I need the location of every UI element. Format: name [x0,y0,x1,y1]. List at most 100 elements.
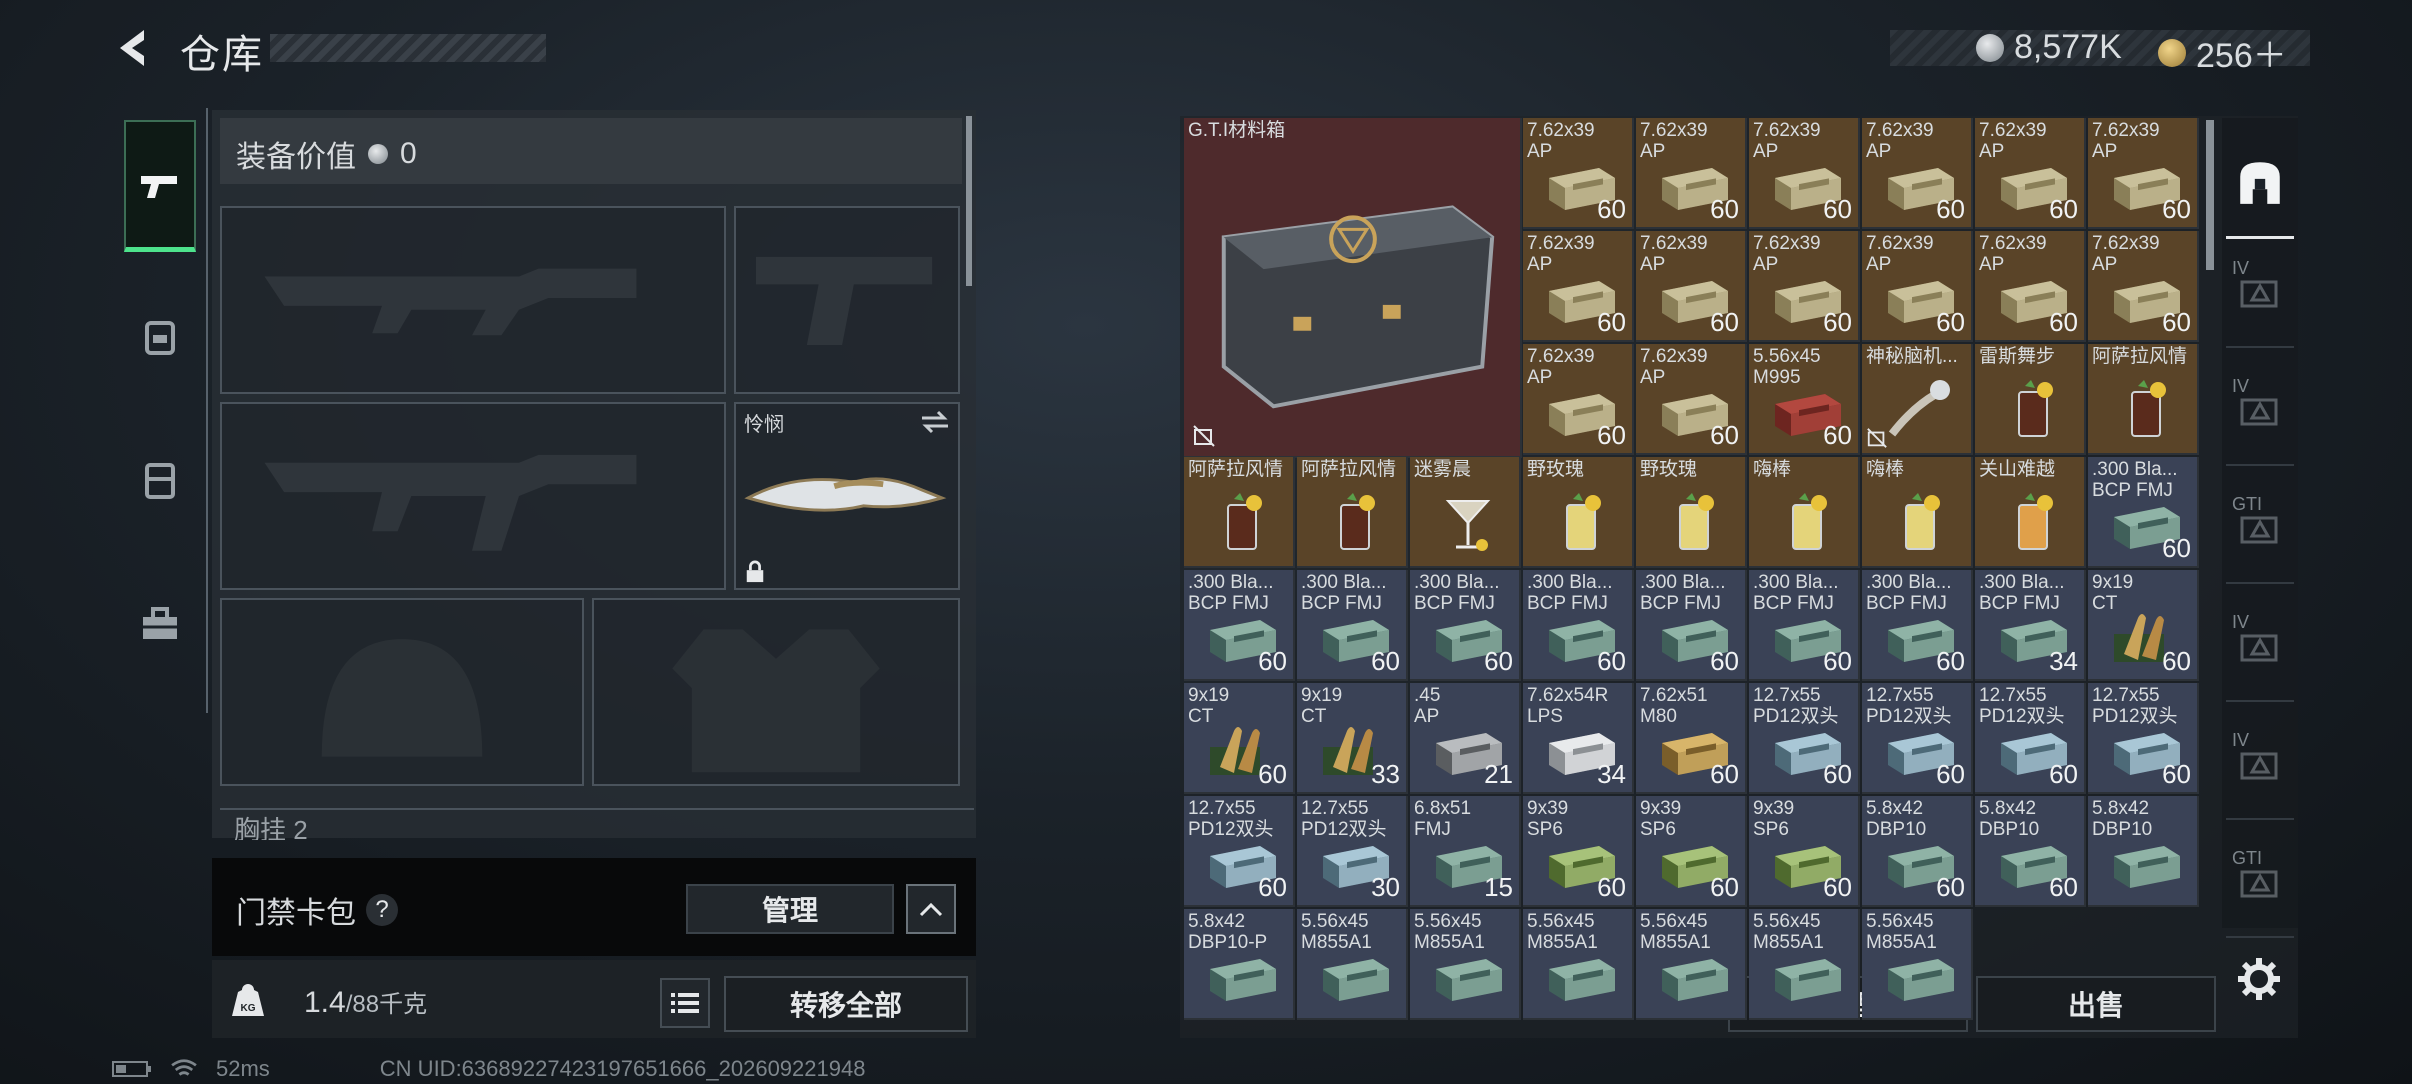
sell-button[interactable]: 出售 [1976,976,2216,1032]
item-count: 15 [1484,872,1513,902]
inventory-item[interactable]: 野玫瑰 [1523,457,1634,568]
currency-gold[interactable]: 256＋ [2158,28,2287,77]
back-arrow-icon[interactable] [112,26,156,70]
tab-storage-4[interactable]: IV [2226,592,2294,702]
inventory-item[interactable]: 9x19 CT 60 [1184,683,1295,794]
inventory-item[interactable]: 野玫瑰 [1636,457,1747,568]
item-name: 7.62x39 AP [1527,346,1595,388]
armor-slot[interactable] [592,598,960,786]
tab-toolbox[interactable] [124,558,196,690]
inventory-item[interactable]: 7.62x39 AP 60 [1749,231,1860,342]
inventory-item[interactable]: 阿萨拉风情 [2088,344,2199,455]
collapse-button[interactable] [906,884,956,934]
inventory-item[interactable]: .300 Bla... BCP FMJ 60 [2088,457,2199,568]
inventory-item[interactable]: 7.62x39 AP 60 [2088,118,2199,229]
tab-storage-home[interactable] [2226,128,2294,239]
help-icon[interactable]: ? [366,894,398,926]
inventory-scrollbar[interactable] [2206,120,2214,270]
inventory-item[interactable]: .300 Bla... BCP FMJ 60 [1523,570,1634,681]
pistol-slot[interactable] [734,206,960,394]
inventory-item[interactable]: 嗨棒 [1862,457,1973,568]
tab-storage-3[interactable]: GTI [2226,474,2294,584]
manage-button[interactable]: 管理 [686,884,894,934]
inventory-item[interactable]: 7.62x39 AP 60 [2088,231,2199,342]
inventory-item[interactable]: 9x19 CT 33 [1297,683,1408,794]
inventory-item[interactable]: 7.62x39 AP 60 [1523,344,1634,455]
secondary-weapon-slot[interactable] [220,402,726,590]
inventory-item[interactable]: .45 AP 21 [1410,683,1521,794]
inventory-item[interactable]: 7.62x54R LPS 34 [1523,683,1634,794]
inventory-item[interactable]: 5.56x45 M855A1 [1636,909,1747,1020]
inventory-item[interactable]: 9x19 CT 60 [2088,570,2199,681]
inventory-item[interactable]: 5.56x45 M995 60 [1749,344,1860,455]
currency-silver[interactable]: 8,577K [1976,28,2122,67]
inventory-item[interactable]: .300 Bla... BCP FMJ 60 [1184,570,1295,681]
inventory-item[interactable]: 雷斯舞步 [1975,344,2086,455]
tab-backpack[interactable] [124,270,196,402]
inventory-item[interactable]: .300 Bla... BCP FMJ 60 [1297,570,1408,681]
inventory-item[interactable]: 6.8x51 FMJ 15 [1410,796,1521,907]
inventory-item[interactable]: 5.8x42 DBP10 60 [1975,796,2086,907]
inventory-item-big[interactable]: G.T.I材料箱 [1184,118,1522,458]
inventory-item[interactable]: 神秘脑机... [1862,344,1973,455]
primary-weapon-slot[interactable] [220,206,726,394]
transfer-all-button[interactable]: 转移全部 [724,976,968,1032]
inventory-item[interactable]: 5.56x45 M855A1 [1523,909,1634,1020]
loadout-category-tabs [112,108,208,713]
inventory-item[interactable]: 7.62x39 AP 60 [1636,231,1747,342]
tab-storage-1[interactable]: IV [2226,238,2294,348]
inventory-item[interactable]: 7.62x51 M80 60 [1636,683,1747,794]
inventory-item[interactable]: .300 Bla... BCP FMJ 60 [1749,570,1860,681]
inventory-item[interactable]: .300 Bla... BCP FMJ 34 [1975,570,2086,681]
gear-icon[interactable] [2236,956,2282,1002]
cocktail-icon [1227,493,1262,550]
inventory-item[interactable]: 5.8x42 DBP10 60 [1862,796,1973,907]
inventory-item[interactable]: 5.8x42 DBP10-P [1184,909,1295,1020]
tab-storage-5[interactable]: IV [2226,710,2294,820]
melee-slot[interactable]: 怜悯 [734,402,960,590]
inventory-item[interactable]: 7.62x39 AP 60 [1636,118,1747,229]
item-count: 60 [2049,872,2078,902]
inventory-item[interactable]: .300 Bla... BCP FMJ 60 [1636,570,1747,681]
helmet-slot[interactable] [220,598,584,786]
inventory-item[interactable]: 7.62x39 AP 60 [1749,118,1860,229]
inventory-item[interactable]: 12.7x55 PD12双头 60 [2088,683,2199,794]
inventory-item[interactable]: 5.8x42 DBP10 [2088,796,2199,907]
inventory-item[interactable]: 9x39 SP6 60 [1749,796,1860,907]
inventory-item[interactable]: 5.56x45 M855A1 [1297,909,1408,1020]
inventory-item[interactable]: 5.56x45 M855A1 [1862,909,1973,1020]
inventory-item[interactable]: 7.62x39 AP 60 [1636,344,1747,455]
inventory-item[interactable]: 12.7x55 PD12双头 60 [1862,683,1973,794]
tab-weapons[interactable] [124,120,196,252]
list-view-button[interactable] [660,978,710,1028]
tab-storage-2[interactable]: IV [2226,356,2294,466]
inventory-item[interactable]: 7.62x39 AP 60 [1523,118,1634,229]
inventory-item[interactable]: .300 Bla... BCP FMJ 60 [1862,570,1973,681]
inventory-item[interactable]: 嗨棒 [1749,457,1860,568]
inventory-item[interactable]: 关山难越 [1975,457,2086,568]
inventory-item[interactable]: 9x39 SP6 60 [1523,796,1634,907]
tab-storage-6[interactable]: GTI [2226,828,2294,938]
item-count: 60 [1823,420,1852,450]
item-name: .300 Bla... BCP FMJ [1753,572,1839,614]
inventory-item[interactable]: .300 Bla... BCP FMJ 60 [1410,570,1521,681]
inventory-item[interactable]: 5.56x45 M855A1 [1410,909,1521,1020]
inventory-item[interactable]: 7.62x39 AP 60 [1862,118,1973,229]
inventory-item[interactable]: 12.7x55 PD12双头 60 [1749,683,1860,794]
inventory-item[interactable]: 7.62x39 AP 60 [1862,231,1973,342]
inventory-item[interactable]: 7.62x39 AP 60 [1523,231,1634,342]
equipment-scrollbar[interactable] [966,116,972,286]
inventory-item[interactable]: 12.7x55 PD12双头 30 [1297,796,1408,907]
inventory-item[interactable]: 阿萨拉风情 [1297,457,1408,568]
inventory-item[interactable]: 7.62x39 AP 60 [1975,231,2086,342]
inventory-item[interactable]: 9x39 SP6 60 [1636,796,1747,907]
inventory-item[interactable]: 迷雾晨 [1410,457,1521,568]
item-name: 7.62x39 AP [1527,120,1595,162]
inventory-item[interactable]: 12.7x55 PD12双头 60 [1975,683,2086,794]
inventory-item[interactable]: 7.62x39 AP 60 [1975,118,2086,229]
inventory-item[interactable]: 阿萨拉风情 [1184,457,1295,568]
inventory-item[interactable]: 12.7x55 PD12双头 60 [1184,796,1295,907]
tab-vest[interactable] [124,414,196,546]
inventory-item[interactable]: 5.56x45 M855A1 [1749,909,1860,1020]
item-name: 5.56x45 M855A1 [1527,911,1598,953]
